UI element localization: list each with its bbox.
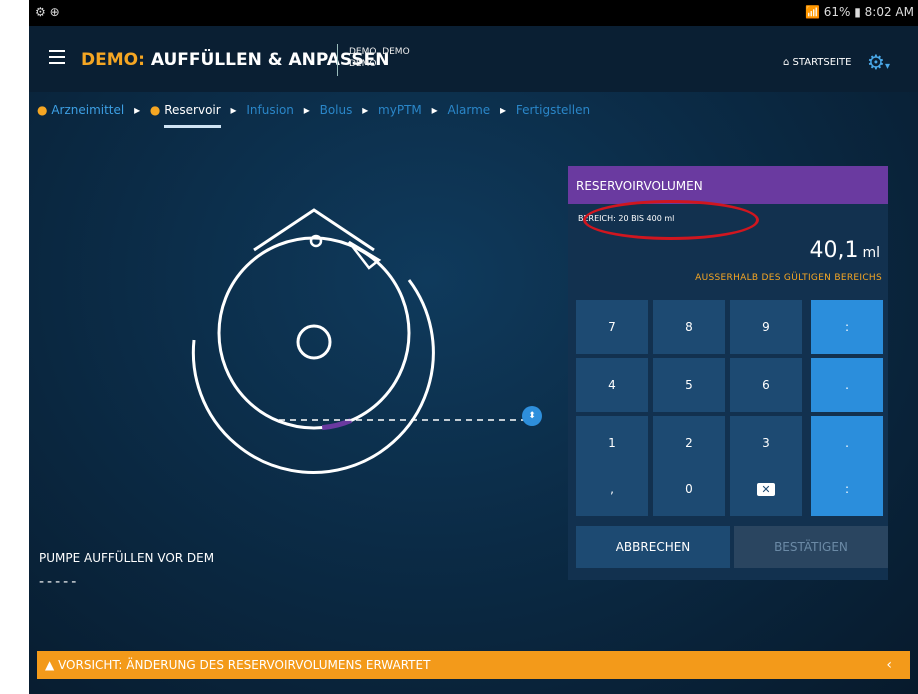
reservoir-center bbox=[296, 324, 332, 360]
chevron-right-icon: ▸ bbox=[230, 103, 237, 117]
crumb-fertigstellen[interactable]: Fertigstellen bbox=[516, 103, 590, 117]
crumb-reservoir[interactable]: Reservoir bbox=[164, 103, 220, 117]
key-7[interactable]: 7 bbox=[576, 300, 648, 354]
fill-label: PUMPE AUFFÜLLEN VOR DEM bbox=[39, 551, 215, 565]
backspace-key[interactable]: ✕ bbox=[730, 462, 802, 516]
warning-text: VORSICHT: ÄNDERUNG DES RESERVOIRVOLUMENS… bbox=[58, 658, 431, 672]
crumb-bolus[interactable]: Bolus bbox=[320, 103, 353, 117]
user-name: DEMO, DEMO bbox=[349, 47, 410, 57]
key-5[interactable]: 5 bbox=[653, 358, 725, 412]
crumb-infusion[interactable]: Infusion bbox=[246, 103, 294, 117]
side-key-4[interactable]: : bbox=[811, 462, 883, 516]
key-comma[interactable]: , bbox=[576, 462, 648, 516]
warning-triangle-icon: ▲ bbox=[45, 658, 55, 672]
chevron-left-icon[interactable]: ‹ bbox=[886, 651, 892, 679]
key-9[interactable]: 9 bbox=[730, 300, 802, 354]
reservoir-diagram bbox=[191, 208, 524, 474]
app-header: DEMO: AUFFÜLLEN & ANPASSEN DEMO, DEMO DE… bbox=[29, 26, 918, 92]
annotation-circle bbox=[583, 200, 759, 240]
fill-value: ----- bbox=[39, 574, 80, 590]
page-title: DEMO: AUFFÜLLEN & ANPASSEN bbox=[81, 50, 389, 70]
warning-dot-icon: ● bbox=[149, 103, 161, 117]
home-label: STARTSEITE bbox=[792, 57, 852, 68]
chevron-right-icon: ▸ bbox=[134, 103, 141, 117]
panel-title: RESERVOIRVOLUMEN bbox=[568, 166, 888, 204]
side-key-2[interactable]: . bbox=[811, 358, 883, 412]
volume-unit: ml bbox=[862, 245, 880, 261]
volume-value: 40,1 ml bbox=[809, 238, 880, 263]
battery-icon: ▮ bbox=[854, 5, 861, 19]
header-divider bbox=[337, 44, 338, 76]
battery-level: 61% bbox=[823, 5, 851, 19]
side-key-1[interactable]: : bbox=[811, 300, 883, 354]
confirm-button[interactable]: BESTÄTIGEN bbox=[734, 526, 888, 568]
key-6[interactable]: 6 bbox=[730, 358, 802, 412]
home-icon: ⌂ bbox=[783, 57, 790, 68]
volume-number: 40,1 bbox=[809, 238, 859, 263]
key-4[interactable]: 4 bbox=[576, 358, 648, 412]
cancel-button[interactable]: ABBRECHEN bbox=[576, 526, 730, 568]
warning-dot-icon: ● bbox=[37, 103, 48, 117]
backspace-icon: ✕ bbox=[757, 482, 775, 496]
chevron-right-icon: ▸ bbox=[303, 103, 310, 117]
chevron-right-icon: ▸ bbox=[362, 103, 369, 117]
signal-icon: 📶 bbox=[804, 5, 820, 19]
chevron-right-icon: ▸ bbox=[499, 103, 507, 117]
crumb-alarme[interactable]: Alarme bbox=[447, 103, 490, 117]
reservoir-body bbox=[217, 236, 411, 430]
user-info: DEMO, DEMO DEMO bbox=[349, 46, 410, 70]
key-0[interactable]: 0 bbox=[653, 462, 725, 516]
status-icons: ⚙ ⊕ bbox=[35, 5, 60, 19]
home-link[interactable]: ⌂ STARTSEITE bbox=[783, 57, 851, 68]
reservoir-cap bbox=[253, 208, 375, 252]
status-bar: ⚙ ⊕ 📶 61% ▮ 8:02 AM bbox=[29, 0, 918, 26]
chevron-right-icon: ▸ bbox=[431, 103, 438, 117]
clock: 8:02 AM bbox=[864, 5, 914, 19]
breadcrumb: ● Arzneimittel ▸ ● Reservoir ▸ Infusion … bbox=[37, 103, 590, 117]
crumb-myptm[interactable]: myPTM bbox=[378, 103, 422, 117]
fill-level-slider-handle[interactable]: ⬍ bbox=[522, 406, 542, 426]
device-screen: ⚙ ⊕ 📶 61% ▮ 8:02 AM DEMO: AUFFÜLLEN & AN… bbox=[29, 0, 918, 694]
key-8[interactable]: 8 bbox=[653, 300, 725, 354]
user-sub: DEMO bbox=[349, 59, 377, 69]
out-of-range-message: AUSSERHALB DES GÜLTIGEN BEREICHS bbox=[695, 273, 882, 283]
warning-banner[interactable]: ▲ VORSICHT: ÄNDERUNG DES RESERVOIRVOLUME… bbox=[37, 651, 910, 679]
crumb-arzneimittel[interactable]: Arzneimittel bbox=[51, 103, 124, 117]
demo-prefix: DEMO: bbox=[81, 50, 145, 70]
status-right: 📶 61% ▮ 8:02 AM bbox=[805, 5, 914, 19]
menu-icon[interactable] bbox=[49, 50, 65, 68]
settings-gear-icon[interactable]: ⚙▾ bbox=[867, 50, 890, 74]
